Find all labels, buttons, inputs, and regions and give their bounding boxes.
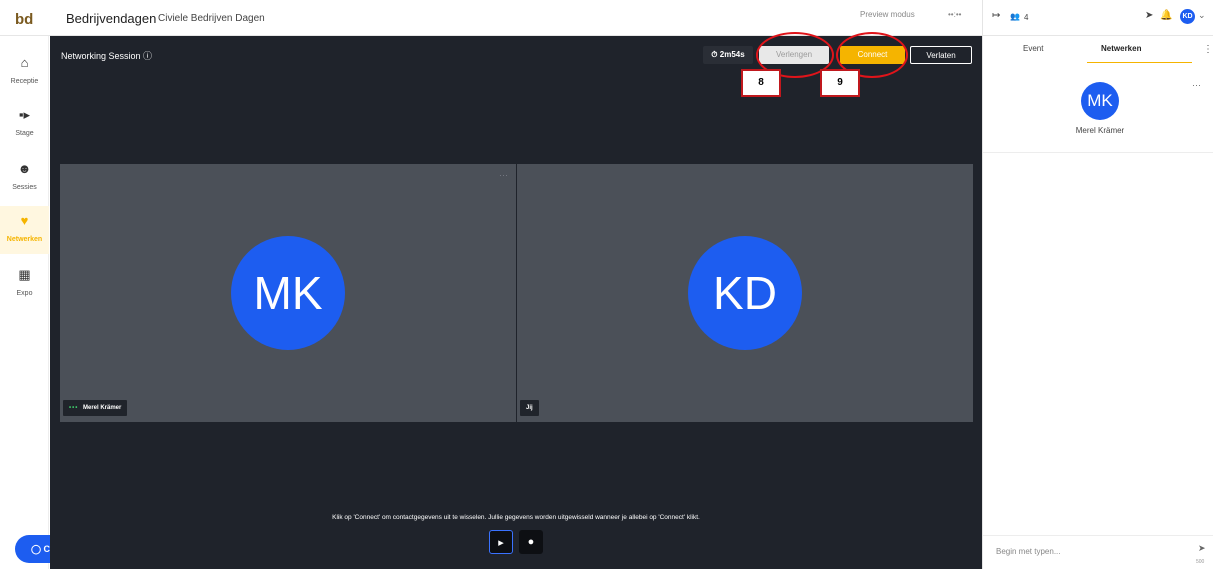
contact-avatar: MK: [1081, 82, 1119, 120]
sidebar-item-receptie[interactable]: ⌂ Receptie: [0, 54, 49, 98]
camera-toggle-button[interactable]: ▸: [489, 530, 513, 554]
participant-name: Merel Krämer: [82, 405, 122, 411]
video-tile-self: KD Jij: [517, 164, 973, 422]
sidebar-item-sessies[interactable]: ☻ Sessies: [0, 160, 49, 204]
store-icon: ▦: [18, 267, 31, 282]
character-count: 500: [1196, 559, 1205, 565]
callout-label-8: 8: [741, 69, 781, 97]
participant-name-tag: ••• Merel Krämer: [63, 400, 128, 416]
right-panel-tabs: Event Netwerken: [983, 44, 1213, 64]
microphone-toggle-button[interactable]: ●: [519, 530, 543, 554]
audio-indicator-icon: •••: [69, 405, 79, 411]
video-tile-remote: ··· MK ••• Merel Krämer: [60, 164, 516, 422]
session-timer: ⏱ 2m54s: [703, 46, 753, 64]
participant-name-tag: Jij: [520, 400, 539, 416]
contact-more-icon[interactable]: ···: [1192, 80, 1201, 90]
logo-icon[interactable]: bd: [13, 8, 41, 30]
top-bar: bd Bedrijvendagen Civiele Bedrijven Dage…: [0, 0, 1213, 36]
sidebar-item-netwerken[interactable]: ♥ Netwerken: [0, 206, 49, 254]
logo-text: bd: [15, 11, 33, 28]
contact-name: Merel Krämer: [1075, 126, 1125, 135]
camera-off-icon: ▸: [498, 537, 504, 549]
tab-netwerken[interactable]: Netwerken: [1101, 44, 1141, 53]
clock-icon: ⏱: [711, 50, 718, 59]
microphone-icon: ●: [527, 536, 535, 548]
sidebar-item-label: Expo: [16, 290, 33, 297]
attendee-count: 4: [1024, 13, 1029, 22]
preview-toggle[interactable]: ••:••: [948, 10, 961, 19]
sidebar-item-label: Sessies: [12, 184, 37, 191]
networking-stage: Networking Session ⓘ ⏱ 2m54s Verlengen C…: [50, 32, 982, 569]
message-input[interactable]: Begin met typen...: [996, 547, 1060, 556]
app-title: Bedrijvendagen: [66, 11, 157, 26]
sidebar-item-label: Stage: [15, 130, 34, 137]
panel-divider: [982, 0, 983, 569]
sidebar-item-label: Receptie: [10, 78, 39, 85]
send-message-icon[interactable]: ➤: [1198, 543, 1206, 554]
home-icon: ⌂: [20, 55, 29, 70]
sidebar-item-stage[interactable]: ▪▸ Stage: [0, 106, 49, 150]
chat-bubble-icon: ◯: [30, 544, 42, 554]
sidebar-item-label: Netwerken: [6, 236, 43, 243]
panel-menu-icon[interactable]: ⋮: [1203, 44, 1213, 55]
video-camera-icon: ▪▸: [18, 107, 31, 122]
sidebar-item-expo[interactable]: ▦ Expo: [0, 266, 49, 310]
active-tab-indicator: [1087, 62, 1192, 63]
bell-icon[interactable]: 🔔: [1160, 10, 1172, 21]
sidebar: ⌂ Receptie ▪▸ Stage ☻ Sessies ♥ Netwerke…: [0, 36, 49, 569]
leave-button[interactable]: Verlaten: [910, 46, 972, 64]
people-icon: ☻: [17, 161, 32, 176]
session-title: Networking Session ⓘ: [61, 51, 153, 61]
callout-label-9: 9: [820, 69, 860, 97]
divider: [983, 535, 1213, 536]
user-avatar[interactable]: KD: [1180, 9, 1195, 24]
attendees-icon[interactable]: 👥: [1010, 12, 1020, 21]
event-name: Civiele Bedrijven Dagen: [158, 13, 265, 24]
collapse-panel-icon[interactable]: ↦: [992, 10, 1000, 21]
connect-instructions: Klik op 'Connect' om contactgegevens uit…: [332, 514, 700, 521]
chevron-down-icon[interactable]: ⌄: [1198, 10, 1206, 21]
participant-avatar: MK: [231, 236, 345, 350]
more-options-icon[interactable]: ···: [499, 170, 508, 180]
send-icon[interactable]: ➤: [1145, 10, 1153, 21]
handshake-icon: ♥: [20, 213, 29, 228]
preview-mode-label: Preview modus: [860, 10, 915, 19]
timer-value: 2m54s: [719, 50, 745, 59]
participant-avatar: KD: [688, 236, 802, 350]
tab-event[interactable]: Event: [1023, 44, 1043, 53]
divider: [983, 152, 1213, 153]
